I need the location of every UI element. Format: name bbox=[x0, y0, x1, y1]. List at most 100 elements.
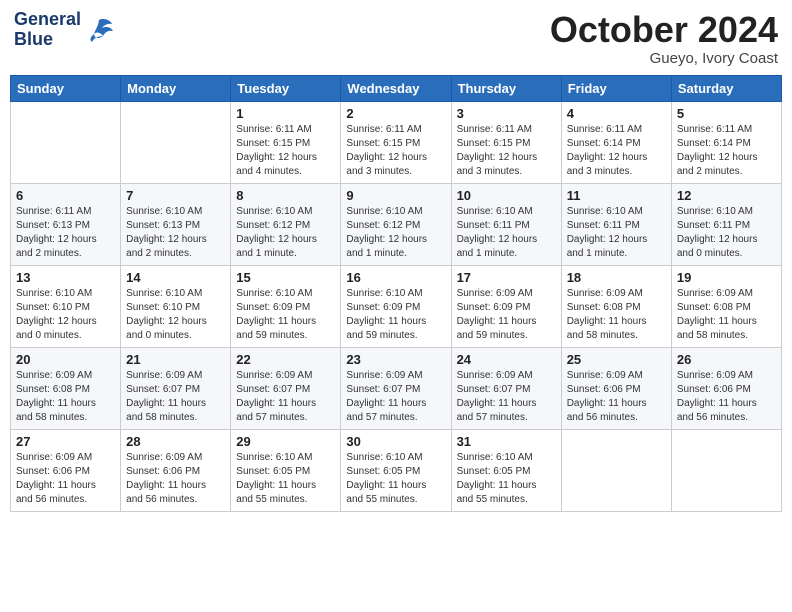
calendar-cell: 5Sunrise: 6:11 AMSunset: 6:14 PMDaylight… bbox=[671, 101, 781, 183]
day-number: 30 bbox=[346, 434, 445, 449]
calendar-cell bbox=[121, 101, 231, 183]
day-info: Sunrise: 6:10 AMSunset: 6:09 PMDaylight:… bbox=[346, 287, 445, 343]
calendar-cell: 15Sunrise: 6:10 AMSunset: 6:09 PMDayligh… bbox=[231, 265, 341, 347]
day-info: Sunrise: 6:09 AMSunset: 6:08 PMDaylight:… bbox=[16, 369, 115, 425]
calendar-cell: 25 Sunrise: 6:09 AMSunset: 6:06 PMDayligh… bbox=[561, 347, 671, 429]
calendar-cell: 21 Sunrise: 6:09 AMSunset: 6:07 PMDayligh… bbox=[121, 347, 231, 429]
day-info: Sunrise: 6:09 AMSunset: 6:06 PMDaylight:… bbox=[567, 369, 666, 425]
day-info: Sunrise: 6:11 AMSunset: 6:15 PMDaylight:… bbox=[457, 123, 556, 179]
day-info: Sunrise: 6:09 AMSunset: 6:07 PMDaylight:… bbox=[457, 369, 556, 425]
calendar-cell: 26Sunrise: 6:09 AMSunset: 6:06 PMDayligh… bbox=[671, 347, 781, 429]
calendar-week-row: 6 Sunrise: 6:11 AMSunset: 6:13 PMDaylight… bbox=[11, 183, 782, 265]
day-info: Sunrise: 6:10 AMSunset: 6:11 PMDaylight:… bbox=[457, 205, 556, 261]
calendar-cell: 22 Sunrise: 6:09 AMSunset: 6:07 PMDayligh… bbox=[231, 347, 341, 429]
day-number: 7 bbox=[126, 188, 225, 203]
calendar-cell: 18 Sunrise: 6:09 AMSunset: 6:08 PMDayligh… bbox=[561, 265, 671, 347]
day-info: Sunrise: 6:09 AMSunset: 6:06 PMDaylight:… bbox=[16, 451, 115, 507]
calendar-cell: 10 Sunrise: 6:10 AMSunset: 6:11 PMDayligh… bbox=[451, 183, 561, 265]
calendar-cell: 6 Sunrise: 6:11 AMSunset: 6:13 PMDaylight… bbox=[11, 183, 121, 265]
day-number: 13 bbox=[16, 270, 115, 285]
day-info: Sunrise: 6:09 AMSunset: 6:08 PMDaylight:… bbox=[567, 287, 666, 343]
day-info: Sunrise: 6:09 AMSunset: 6:07 PMDaylight:… bbox=[236, 369, 335, 425]
day-info: Sunrise: 6:11 AMSunset: 6:14 PMDaylight:… bbox=[567, 123, 666, 179]
calendar-cell: 12Sunrise: 6:10 AMSunset: 6:11 PMDayligh… bbox=[671, 183, 781, 265]
day-number: 23 bbox=[346, 352, 445, 367]
day-number: 2 bbox=[346, 106, 445, 121]
day-number: 11 bbox=[567, 188, 666, 203]
day-number: 3 bbox=[457, 106, 556, 121]
day-info: Sunrise: 6:09 AMSunset: 6:06 PMDaylight:… bbox=[677, 369, 776, 425]
calendar-cell: 2Sunrise: 6:11 AMSunset: 6:15 PMDaylight… bbox=[341, 101, 451, 183]
day-info: Sunrise: 6:11 AMSunset: 6:13 PMDaylight:… bbox=[16, 205, 115, 261]
logo-bird-icon bbox=[84, 16, 114, 44]
calendar-cell: 3 Sunrise: 6:11 AMSunset: 6:15 PMDaylight… bbox=[451, 101, 561, 183]
calendar-cell: 28 Sunrise: 6:09 AMSunset: 6:06 PMDayligh… bbox=[121, 429, 231, 511]
day-number: 17 bbox=[457, 270, 556, 285]
day-info: Sunrise: 6:10 AMSunset: 6:12 PMDaylight:… bbox=[346, 205, 445, 261]
weekday-header-cell: Friday bbox=[561, 75, 671, 101]
calendar-cell bbox=[561, 429, 671, 511]
calendar-cell: 8 Sunrise: 6:10 AMSunset: 6:12 PMDaylight… bbox=[231, 183, 341, 265]
day-info: Sunrise: 6:10 AMSunset: 6:13 PMDaylight:… bbox=[126, 205, 225, 261]
calendar-cell: 20 Sunrise: 6:09 AMSunset: 6:08 PMDayligh… bbox=[11, 347, 121, 429]
day-number: 27 bbox=[16, 434, 115, 449]
day-number: 5 bbox=[677, 106, 776, 121]
day-number: 29 bbox=[236, 434, 335, 449]
day-info: Sunrise: 6:10 AMSunset: 6:05 PMDaylight:… bbox=[236, 451, 335, 507]
calendar-cell: 4 Sunrise: 6:11 AMSunset: 6:14 PMDaylight… bbox=[561, 101, 671, 183]
calendar-cell: 17Sunrise: 6:09 AMSunset: 6:09 PMDayligh… bbox=[451, 265, 561, 347]
weekday-header-cell: Tuesday bbox=[231, 75, 341, 101]
calendar-cell: 27 Sunrise: 6:09 AMSunset: 6:06 PMDayligh… bbox=[11, 429, 121, 511]
calendar-cell bbox=[11, 101, 121, 183]
calendar-body: 1Sunrise: 6:11 AMSunset: 6:15 PMDaylight… bbox=[11, 101, 782, 511]
weekday-header-row: SundayMondayTuesdayWednesdayThursdayFrid… bbox=[11, 75, 782, 101]
day-number: 4 bbox=[567, 106, 666, 121]
day-number: 10 bbox=[457, 188, 556, 203]
calendar-cell: 19 Sunrise: 6:09 AMSunset: 6:08 PMDayligh… bbox=[671, 265, 781, 347]
page-header: General Blue October 2024 Gueyo, Ivory C… bbox=[10, 10, 782, 67]
calendar-cell: 24 Sunrise: 6:09 AMSunset: 6:07 PMDayligh… bbox=[451, 347, 561, 429]
calendar-cell: 29 Sunrise: 6:10 AMSunset: 6:05 PMDayligh… bbox=[231, 429, 341, 511]
calendar-cell: 16 Sunrise: 6:10 AMSunset: 6:09 PMDayligh… bbox=[341, 265, 451, 347]
day-number: 31 bbox=[457, 434, 556, 449]
location-subtitle: Gueyo, Ivory Coast bbox=[550, 50, 778, 67]
day-number: 19 bbox=[677, 270, 776, 285]
calendar-week-row: 1Sunrise: 6:11 AMSunset: 6:15 PMDaylight… bbox=[11, 101, 782, 183]
day-info: Sunrise: 6:09 AMSunset: 6:08 PMDaylight:… bbox=[677, 287, 776, 343]
calendar-cell: 9 Sunrise: 6:10 AMSunset: 6:12 PMDaylight… bbox=[341, 183, 451, 265]
logo-text: General Blue bbox=[14, 10, 81, 50]
title-block: October 2024 Gueyo, Ivory Coast bbox=[550, 10, 778, 67]
weekday-header-cell: Monday bbox=[121, 75, 231, 101]
day-number: 22 bbox=[236, 352, 335, 367]
logo: General Blue bbox=[14, 10, 114, 50]
calendar-week-row: 20 Sunrise: 6:09 AMSunset: 6:08 PMDayligh… bbox=[11, 347, 782, 429]
calendar-week-row: 27 Sunrise: 6:09 AMSunset: 6:06 PMDayligh… bbox=[11, 429, 782, 511]
day-number: 24 bbox=[457, 352, 556, 367]
calendar-cell: 13 Sunrise: 6:10 AMSunset: 6:10 PMDayligh… bbox=[11, 265, 121, 347]
day-number: 21 bbox=[126, 352, 225, 367]
day-info: Sunrise: 6:09 AMSunset: 6:07 PMDaylight:… bbox=[346, 369, 445, 425]
calendar-cell: 31 Sunrise: 6:10 AMSunset: 6:05 PMDayligh… bbox=[451, 429, 561, 511]
day-info: Sunrise: 6:10 AMSunset: 6:12 PMDaylight:… bbox=[236, 205, 335, 261]
day-number: 8 bbox=[236, 188, 335, 203]
day-number: 18 bbox=[567, 270, 666, 285]
day-number: 16 bbox=[346, 270, 445, 285]
day-number: 25 bbox=[567, 352, 666, 367]
day-info: Sunrise: 6:09 AMSunset: 6:06 PMDaylight:… bbox=[126, 451, 225, 507]
day-number: 6 bbox=[16, 188, 115, 203]
month-title: October 2024 bbox=[550, 10, 778, 50]
calendar-cell: 30Sunrise: 6:10 AMSunset: 6:05 PMDayligh… bbox=[341, 429, 451, 511]
day-info: Sunrise: 6:10 AMSunset: 6:05 PMDaylight:… bbox=[457, 451, 556, 507]
day-info: Sunrise: 6:10 AMSunset: 6:10 PMDaylight:… bbox=[16, 287, 115, 343]
day-info: Sunrise: 6:10 AMSunset: 6:10 PMDaylight:… bbox=[126, 287, 225, 343]
calendar-week-row: 13 Sunrise: 6:10 AMSunset: 6:10 PMDayligh… bbox=[11, 265, 782, 347]
weekday-header-cell: Thursday bbox=[451, 75, 561, 101]
calendar-cell: 1Sunrise: 6:11 AMSunset: 6:15 PMDaylight… bbox=[231, 101, 341, 183]
day-number: 20 bbox=[16, 352, 115, 367]
day-number: 28 bbox=[126, 434, 225, 449]
day-info: Sunrise: 6:09 AMSunset: 6:07 PMDaylight:… bbox=[126, 369, 225, 425]
calendar-table: SundayMondayTuesdayWednesdayThursdayFrid… bbox=[10, 75, 782, 512]
day-number: 9 bbox=[346, 188, 445, 203]
weekday-header-cell: Wednesday bbox=[341, 75, 451, 101]
weekday-header-cell: Saturday bbox=[671, 75, 781, 101]
